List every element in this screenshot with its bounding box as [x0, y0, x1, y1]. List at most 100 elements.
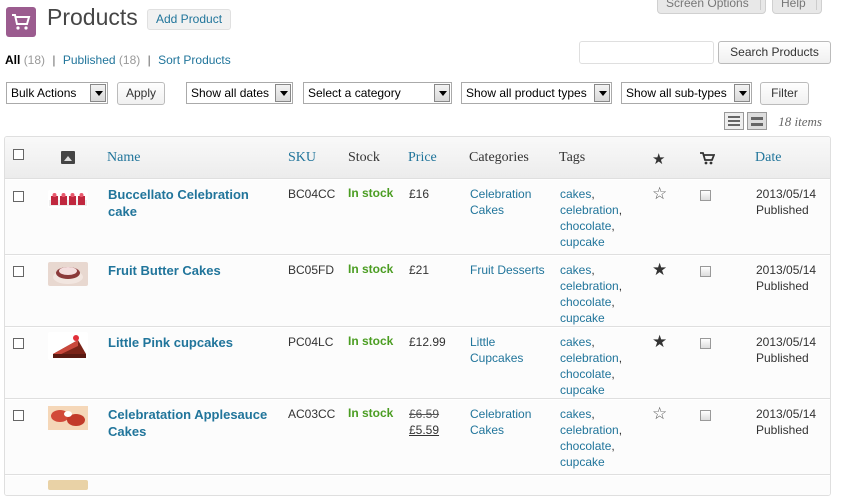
bulk-actions-select[interactable]: Bulk Actions	[6, 82, 108, 104]
product-thumbnail[interactable]	[48, 480, 88, 490]
filter-button[interactable]: Filter	[760, 82, 809, 105]
column-categories: Categories	[469, 150, 529, 165]
date-filter-select[interactable]: Show all dates	[186, 82, 293, 104]
category-link[interactable]: Fruit Desserts	[470, 262, 550, 278]
category-link[interactable]: Celebration Cakes	[470, 186, 550, 218]
featured-column-star-icon[interactable]: ★	[652, 150, 665, 169]
simple-product-icon	[700, 410, 711, 421]
column-name[interactable]: Name	[107, 150, 140, 166]
view-published[interactable]: Published	[63, 53, 116, 67]
table-header: Name SKU Stock Price Categories Tags ★ D…	[5, 137, 830, 179]
tag-link[interactable]: chocolate	[560, 219, 611, 233]
table-row: Buccellato Celebration cake BC04CC In st…	[5, 179, 830, 255]
star-outline-icon[interactable]: ☆	[652, 185, 667, 202]
date-value: 2013/05/14	[756, 187, 817, 201]
product-type-select[interactable]: Show all product types	[461, 82, 612, 104]
tag-link[interactable]: celebration	[560, 279, 619, 293]
stock-status: In stock	[348, 262, 394, 276]
tag-link[interactable]: chocolate	[560, 295, 611, 309]
tag-link[interactable]: cakes	[560, 187, 591, 201]
product-name-link[interactable]: Fruit Butter Cakes	[108, 262, 268, 279]
tag-link[interactable]: cupcake	[560, 311, 605, 325]
screen-options-button[interactable]: Screen Options	[657, 0, 766, 14]
price-cell: £6.59 £5.59	[409, 406, 439, 438]
add-product-button[interactable]: Add Product	[147, 9, 232, 30]
star-outline-icon[interactable]: ☆	[652, 405, 667, 422]
search-input[interactable]	[579, 41, 714, 64]
column-sku[interactable]: SKU	[288, 150, 316, 166]
tag-link[interactable]: celebration	[560, 203, 619, 217]
tag-link[interactable]: cupcake	[560, 383, 605, 397]
tag-link[interactable]: chocolate	[560, 439, 611, 453]
tag-link[interactable]: chocolate	[560, 367, 611, 381]
sku-value: PC04LC	[288, 335, 334, 349]
row-checkbox[interactable]	[13, 338, 24, 349]
tags-list: cakes, celebration, chocolate, cupcake	[560, 335, 623, 397]
product-name-link[interactable]: Buccellato Celebration cake	[108, 186, 268, 220]
product-thumbnail[interactable]	[48, 406, 88, 430]
tag-link[interactable]: celebration	[560, 423, 619, 437]
view-all-count: (18)	[23, 53, 46, 67]
star-filled-icon[interactable]: ★	[652, 261, 667, 278]
tag-link[interactable]: cakes	[560, 263, 591, 277]
products-icon	[6, 7, 36, 37]
view-all[interactable]: All	[5, 53, 20, 67]
sub-type-select[interactable]: Show all sub-types	[621, 82, 752, 104]
status-value: Published	[756, 203, 809, 217]
date-cell: 2013/05/14 Published	[756, 186, 816, 218]
simple-product-icon	[700, 190, 711, 201]
product-name-link[interactable]: Celebratation Applesauce Cakes	[108, 406, 268, 440]
list-view-icon[interactable]	[724, 112, 744, 130]
product-thumbnail[interactable]	[48, 332, 88, 360]
chevron-down-icon	[734, 84, 750, 102]
tag-link[interactable]: cupcake	[560, 235, 605, 249]
products-table: Name SKU Stock Price Categories Tags ★ D…	[4, 136, 831, 496]
column-tags: Tags	[559, 150, 586, 165]
star-filled-icon[interactable]: ★	[652, 333, 667, 350]
tags-list: cakes, celebration, chocolate, cupcake	[560, 407, 623, 469]
chevron-down-icon	[594, 84, 610, 102]
row-checkbox[interactable]	[13, 410, 24, 421]
status-value: Published	[756, 423, 809, 437]
date-cell: 2013/05/14 Published	[756, 262, 816, 294]
select-all-checkbox[interactable]	[13, 149, 24, 160]
tag-link[interactable]: cakes	[560, 407, 591, 421]
stock-status: In stock	[348, 186, 394, 200]
product-type-cart-icon	[700, 152, 716, 168]
sku-value: BC04CC	[288, 187, 336, 201]
tags-list: cakes, celebration, chocolate, cupcake	[560, 187, 623, 249]
column-stock: Stock	[348, 150, 380, 165]
help-button[interactable]: Help	[772, 0, 822, 14]
product-name-link[interactable]: Little Pink cupcakes	[108, 334, 268, 351]
category-link[interactable]: Celebration Cakes	[470, 406, 550, 438]
row-checkbox[interactable]	[13, 191, 24, 202]
tag-link[interactable]: celebration	[560, 351, 619, 365]
tag-link[interactable]: cakes	[560, 335, 591, 349]
stock-status: In stock	[348, 334, 394, 348]
search-products-button[interactable]: Search Products	[718, 41, 831, 64]
apply-button[interactable]: Apply	[117, 82, 165, 105]
status-value: Published	[756, 279, 809, 293]
stock-status: In stock	[348, 406, 394, 420]
sku-value: BC05FD	[288, 263, 335, 277]
sku-value: AC03CC	[288, 407, 336, 421]
column-price[interactable]: Price	[408, 150, 437, 166]
date-cell: 2013/05/14 Published	[756, 334, 816, 366]
view-sort-products[interactable]: Sort Products	[158, 53, 231, 67]
price-value: £16	[409, 187, 430, 201]
status-value: Published	[756, 351, 809, 365]
table-row: Little Pink cupcakes PC04LC In stock £12…	[5, 327, 830, 399]
regular-price: £6.59	[409, 407, 440, 421]
product-thumbnail[interactable]	[48, 262, 88, 286]
date-value: 2013/05/14	[756, 407, 817, 421]
chevron-down-icon	[275, 84, 291, 102]
product-thumbnail[interactable]	[48, 190, 88, 208]
column-date[interactable]: Date	[755, 150, 781, 166]
category-link[interactable]: Little Cupcakes	[470, 334, 550, 366]
table-row: Celebratation Applesauce Cakes AC03CC In…	[5, 399, 830, 475]
excerpt-view-icon[interactable]	[747, 112, 767, 130]
tag-link[interactable]: cupcake	[560, 455, 605, 469]
category-select[interactable]: Select a category	[303, 82, 452, 104]
simple-product-icon	[700, 266, 711, 277]
row-checkbox[interactable]	[13, 266, 24, 277]
